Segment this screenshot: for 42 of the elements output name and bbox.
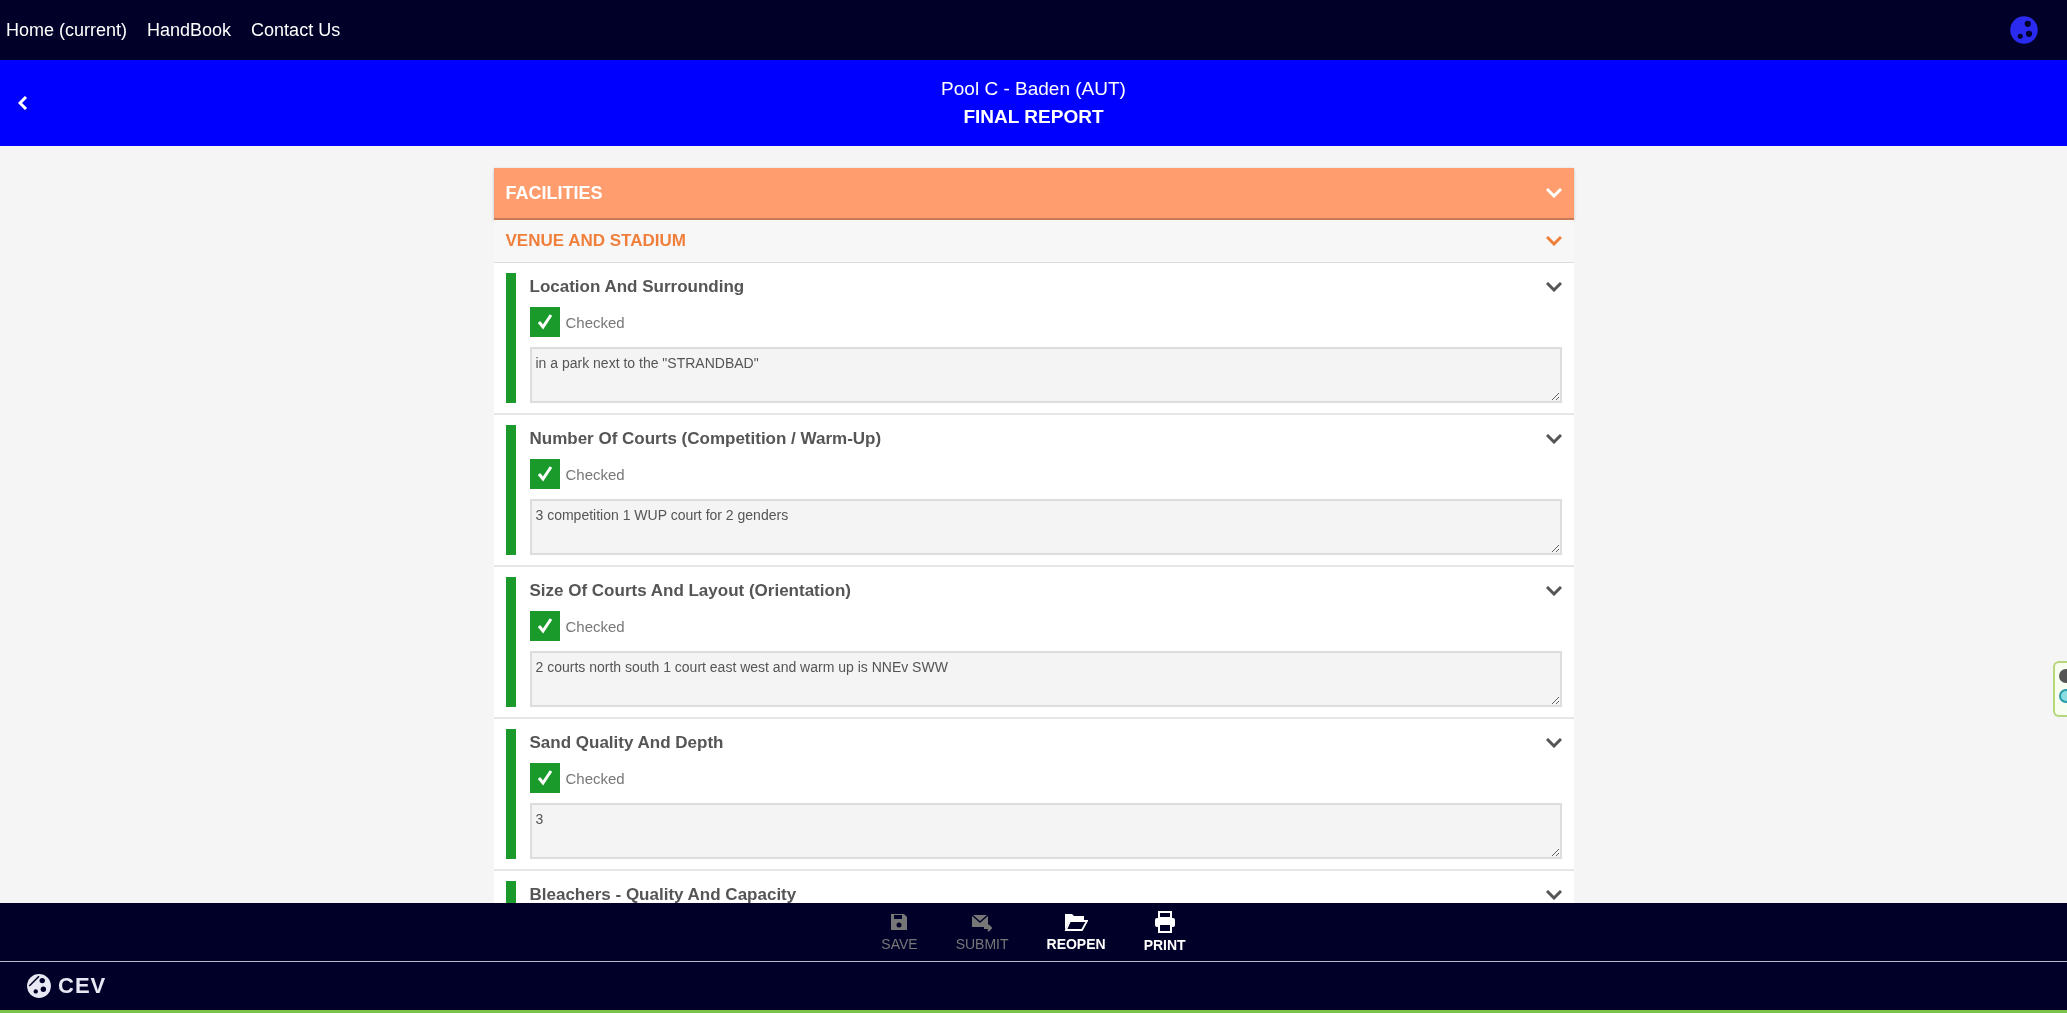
nav-link[interactable]: Home (current) bbox=[6, 19, 128, 41]
item-title: Sand Quality And Depth bbox=[529, 733, 724, 753]
chevron-left-icon bbox=[18, 96, 28, 110]
chevron-down-icon[interactable] bbox=[1545, 586, 1562, 596]
checkbox-label: Checked bbox=[565, 769, 625, 787]
envelope-arrow-icon bbox=[971, 912, 994, 932]
checkbox-label: Checked bbox=[565, 617, 625, 635]
chevron-down-icon[interactable] bbox=[1545, 282, 1562, 292]
toolbar-button[interactable]: PRINT bbox=[1135, 907, 1194, 957]
item-title: Bleachers - Quality And Capacity bbox=[529, 885, 797, 903]
page-title: Pool C - Baden (AUT) bbox=[940, 78, 1127, 100]
checkbox[interactable] bbox=[529, 459, 560, 489]
checkbox-label: Checked bbox=[565, 465, 625, 483]
toolbar-button[interactable]: REOPEN bbox=[1038, 908, 1114, 956]
floating-widget[interactable] bbox=[2053, 661, 2067, 717]
chevron-down-icon[interactable] bbox=[1545, 738, 1562, 748]
chevron-down-icon bbox=[1545, 188, 1562, 198]
page-subtitle: FINAL REPORT bbox=[962, 106, 1105, 128]
item-title: Size Of Courts And Layout (Orientation) bbox=[529, 581, 851, 601]
item-title: Location And Surrounding bbox=[529, 277, 745, 297]
chevron-down-icon[interactable] bbox=[1545, 434, 1562, 444]
checkbox[interactable] bbox=[529, 307, 560, 337]
printer-icon bbox=[1153, 911, 1176, 933]
chevron-down-icon[interactable] bbox=[1545, 890, 1562, 900]
chevron-down-icon bbox=[1545, 236, 1562, 246]
item-title: Number Of Courts (Competition / Warm-Up) bbox=[529, 429, 882, 449]
folder-icon bbox=[1064, 912, 1089, 932]
nav-link[interactable]: HandBook bbox=[147, 19, 232, 41]
checkbox-label: Checked bbox=[565, 313, 625, 331]
text-area[interactable]: 3 competition 1 WUP court for 2 genders bbox=[529, 499, 1562, 555]
checkbox[interactable] bbox=[529, 763, 560, 793]
nav-link[interactable]: Contact Us bbox=[251, 19, 341, 41]
text-area[interactable]: 2 courts north south 1 court east west and warm up is NNEv SWW bbox=[529, 651, 1562, 707]
save-icon bbox=[889, 912, 910, 932]
text-area[interactable]: 3 bbox=[529, 803, 1562, 859]
status-stripe bbox=[505, 881, 516, 903]
brand-logo: CEV bbox=[26, 973, 107, 999]
section-title: FACILITIES bbox=[505, 182, 603, 204]
subsection-title: VENUE AND STADIUM bbox=[505, 231, 686, 251]
text-area[interactable]: in a park next to the "STRANDBAD" bbox=[529, 347, 1562, 403]
logo-icon bbox=[2009, 15, 2039, 45]
checkbox[interactable] bbox=[529, 611, 560, 641]
